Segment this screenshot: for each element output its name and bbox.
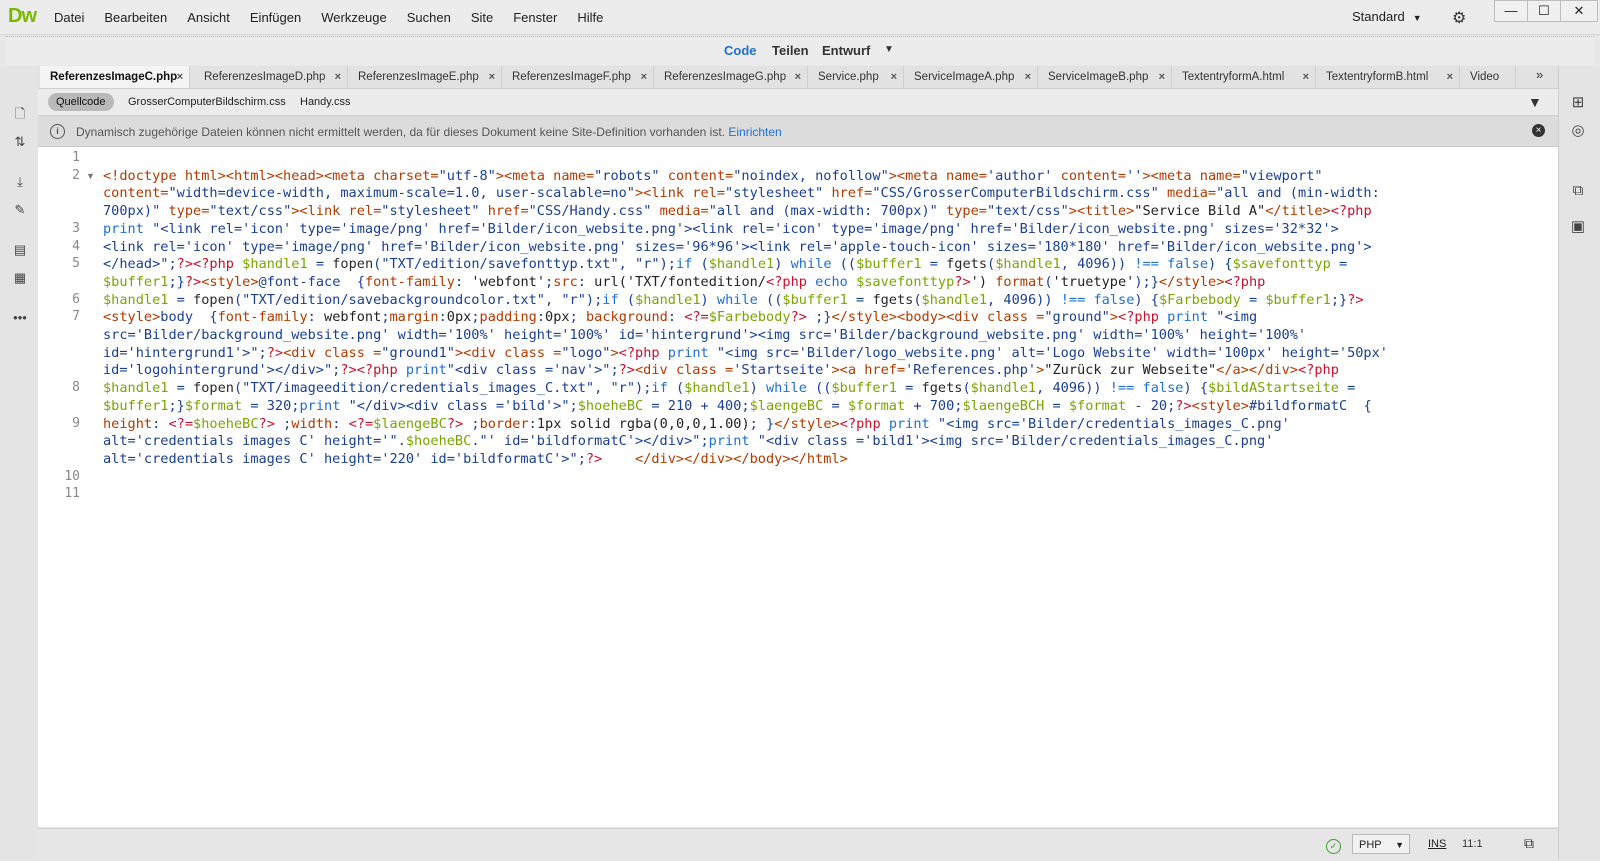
close-icon[interactable]: × [1532, 124, 1545, 137]
minimize-button[interactable]: — [1494, 0, 1528, 22]
tab-service[interactable]: Service.php × [808, 66, 904, 88]
file-icon[interactable]: 🗋 [10, 104, 30, 124]
tab-serviceimageb[interactable]: ServiceImageB.php × [1038, 66, 1172, 88]
line-number: 4 [72, 238, 80, 254]
live-preview-icon[interactable]: ⧉ [1524, 835, 1534, 852]
line-number: 10 [64, 468, 80, 484]
tab-label: TextentryformB.html [1326, 71, 1429, 83]
tab-label: ReferenzesImageD.php [204, 71, 326, 83]
related-file-css-desktop[interactable]: GrosserComputerBildschirm.css [128, 96, 286, 108]
info-icon: i [50, 124, 65, 139]
tab-overflow-icon[interactable]: » [1536, 67, 1543, 82]
close-icon[interactable]: × [641, 66, 647, 88]
close-icon[interactable]: × [335, 66, 341, 88]
cc-libraries-icon[interactable]: ◎ [1566, 120, 1590, 142]
close-icon[interactable]: × [1025, 66, 1031, 88]
workspace-label: Standard [1352, 9, 1405, 24]
tab-video[interactable]: Video [1460, 66, 1516, 88]
info-message: Dynamisch zugehörige Dateien können nich… [76, 125, 782, 139]
line-number: 5 [72, 256, 80, 272]
tab-label: ReferenzesImageF.php [512, 71, 631, 83]
tab-label: ServiceImageB.php [1048, 71, 1149, 83]
view-design-button[interactable]: Entwurf [822, 43, 870, 58]
tab-label: Video [1470, 71, 1500, 83]
related-file-source[interactable]: Quellcode [48, 93, 114, 111]
tab-textentryformb[interactable]: TextentryformB.html × [1316, 66, 1460, 88]
setup-link[interactable]: Einrichten [728, 125, 781, 139]
insert-panel-icon[interactable]: ⧉ [1566, 180, 1590, 202]
fold-icon[interactable]: ▼ [86, 171, 95, 181]
menu-item-einfuegen[interactable]: Einfügen [250, 10, 301, 25]
snippet-icon[interactable]: ▦ [10, 268, 30, 288]
tab-referenzesimageg[interactable]: ReferenzesImageG.php × [654, 66, 808, 88]
menu-item-hilfe[interactable]: Hilfe [577, 10, 603, 25]
format-icon[interactable]: ✎ [10, 200, 30, 220]
line-number: 6 [72, 291, 80, 307]
menu-item-bearbeiten[interactable]: Bearbeiten [104, 10, 167, 25]
menu-item-fenster[interactable]: Fenster [513, 10, 557, 25]
view-split-button[interactable]: Teilen [772, 43, 809, 58]
language-label: PHP [1359, 839, 1382, 851]
close-icon[interactable]: × [891, 66, 897, 88]
css-designer-icon[interactable]: ▣ [1566, 216, 1590, 238]
maximize-button[interactable]: ☐ [1527, 0, 1561, 22]
insert-mode-toggle[interactable]: INS [1428, 838, 1446, 850]
menu-item-datei[interactable]: Datei [54, 10, 84, 25]
menu-item-site[interactable]: Site [471, 10, 493, 25]
tab-referenzesimagef[interactable]: ReferenzesImageF.php × [502, 66, 654, 88]
menu-item-ansicht[interactable]: Ansicht [187, 10, 230, 25]
app-logo: Dw [8, 5, 37, 27]
close-icon[interactable]: × [1447, 66, 1453, 88]
comment-icon[interactable]: ▤ [10, 240, 30, 260]
workspace-switcher[interactable]: Standard ▼ [1352, 9, 1422, 24]
main-menu: Datei Bearbeiten Ansicht Einfügen Werkze… [44, 0, 613, 34]
chevron-down-icon: ▼ [1412, 13, 1422, 23]
tab-referenzesimagec[interactable]: ReferenzesImageC.php × [40, 66, 190, 88]
tab-label: TextentryformA.html [1182, 71, 1285, 83]
close-icon[interactable]: × [1159, 66, 1165, 88]
close-icon[interactable]: × [1303, 66, 1309, 88]
language-select[interactable]: PHP ▼ [1352, 834, 1410, 854]
line-number: 2 [72, 167, 80, 183]
tab-serviceimagea[interactable]: ServiceImageA.php × [904, 66, 1038, 88]
more-icon[interactable]: ••• [10, 308, 30, 328]
dom-tree-icon[interactable]: ⊞ [1566, 92, 1590, 114]
related-file-css-mobile[interactable]: Handy.css [300, 96, 351, 108]
collapse-icon[interactable]: ⤓ [10, 172, 30, 192]
tab-label: ServiceImageA.php [914, 71, 1015, 83]
close-icon[interactable]: × [489, 66, 495, 88]
filter-icon[interactable]: ▼ [1528, 94, 1542, 110]
menu-item-werkzeuge[interactable]: Werkzeuge [321, 10, 387, 25]
tab-label: ReferenzesImageC.php [50, 71, 178, 83]
check-icon[interactable]: ✓ [1326, 839, 1341, 854]
tab-label: ReferenzesImageE.php [358, 71, 479, 83]
tab-referenzesimaged[interactable]: ReferenzesImageD.php × [194, 66, 348, 88]
close-icon[interactable]: × [177, 66, 183, 88]
menu-item-suchen[interactable]: Suchen [407, 10, 451, 25]
code-content[interactable]: <!doctype html><html><head><meta charset… [103, 150, 1523, 469]
line-number: 7 [72, 309, 80, 325]
sync-settings-icon[interactable]: ⚙ [1452, 8, 1466, 28]
close-icon[interactable]: × [795, 66, 801, 88]
line-number: 9 [72, 415, 80, 431]
chevron-down-icon: ▼ [1395, 840, 1404, 850]
line-number: 3 [72, 220, 80, 236]
tab-referenzesimagee[interactable]: ReferenzesImageE.php × [348, 66, 502, 88]
line-number: 1 [72, 150, 80, 165]
sort-icon[interactable]: ⇅ [10, 132, 30, 152]
tab-label: Service.php [818, 71, 879, 83]
info-message-text: Dynamisch zugehörige Dateien können nich… [76, 125, 726, 139]
line-number: 11 [64, 486, 80, 502]
close-window-button[interactable]: ✕ [1560, 0, 1598, 22]
line-number: 8 [72, 380, 80, 396]
cursor-position: 11:1 [1462, 838, 1483, 850]
chevron-down-icon[interactable]: ▼ [884, 44, 894, 55]
view-code-button[interactable]: Code [724, 43, 757, 58]
tab-label: ReferenzesImageG.php [664, 71, 787, 83]
tab-textentryforma[interactable]: TextentryformA.html × [1172, 66, 1316, 88]
